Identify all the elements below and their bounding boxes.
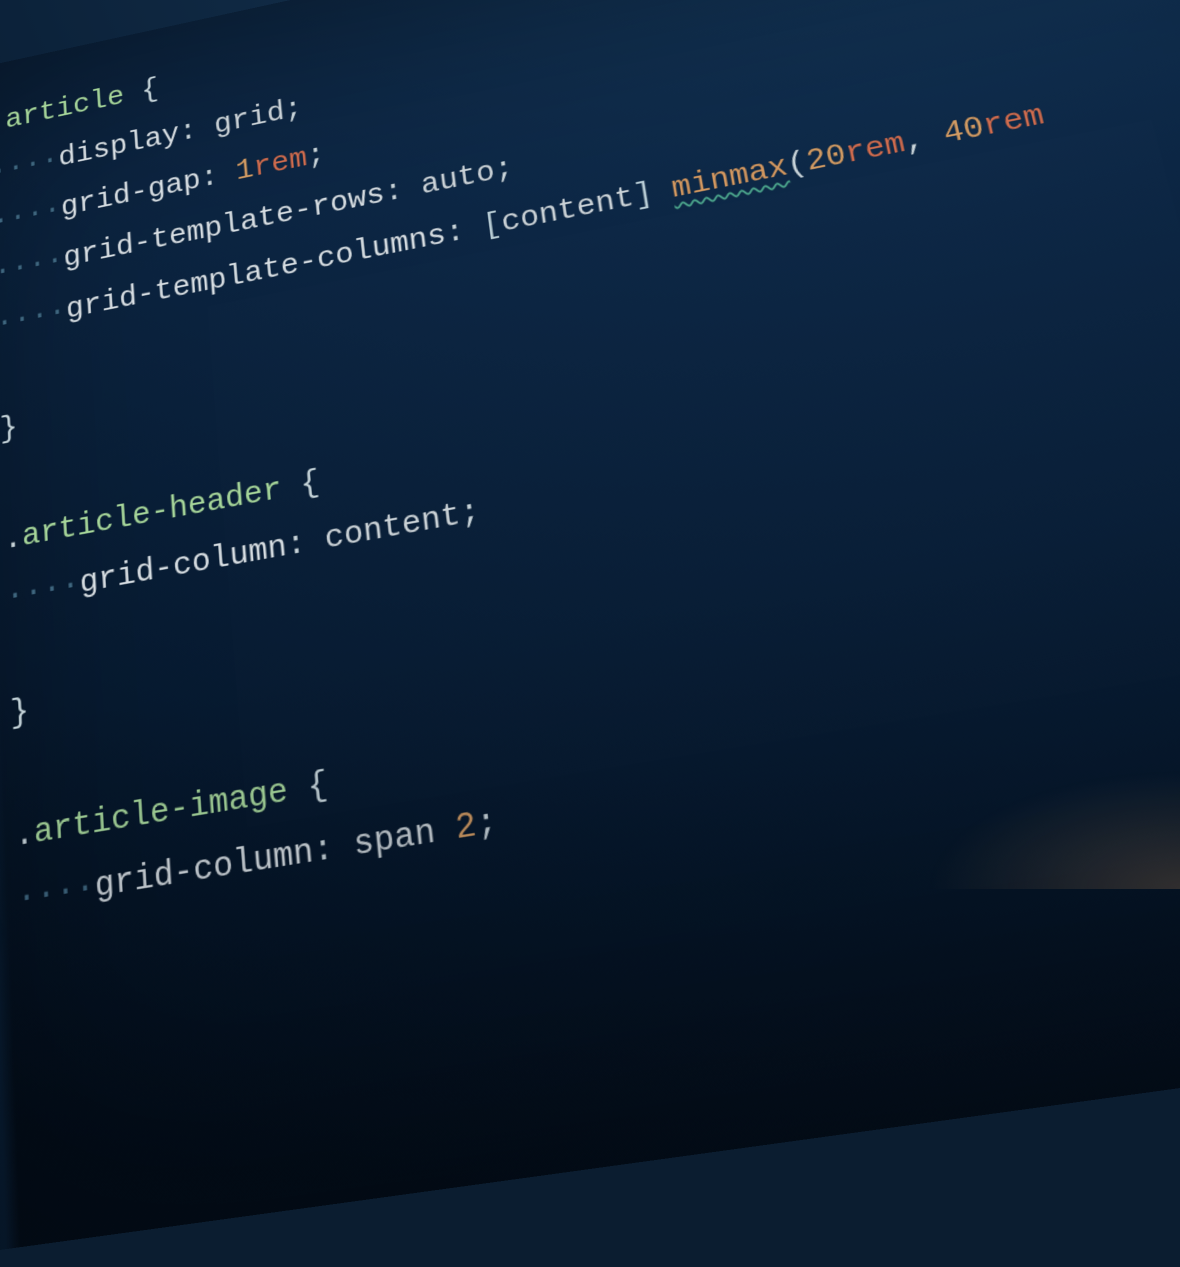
css-value: auto [419, 156, 497, 203]
css-unit: rem [252, 142, 308, 185]
viewport: 5 16 17 18 19 20 .article { ····display:… [0, 0, 1180, 885]
css-number: 20 [804, 139, 850, 180]
css-unit: rem [842, 127, 908, 172]
code-viewport[interactable]: .article { ····display: grid; ····grid-g… [0, 0, 1180, 1247]
code-editor[interactable]: 5 16 17 18 19 20 .article { ····display:… [0, 0, 1180, 1260]
css-value: grid [213, 96, 286, 142]
css-value: span [352, 813, 438, 867]
css-unit: rem [980, 99, 1048, 145]
